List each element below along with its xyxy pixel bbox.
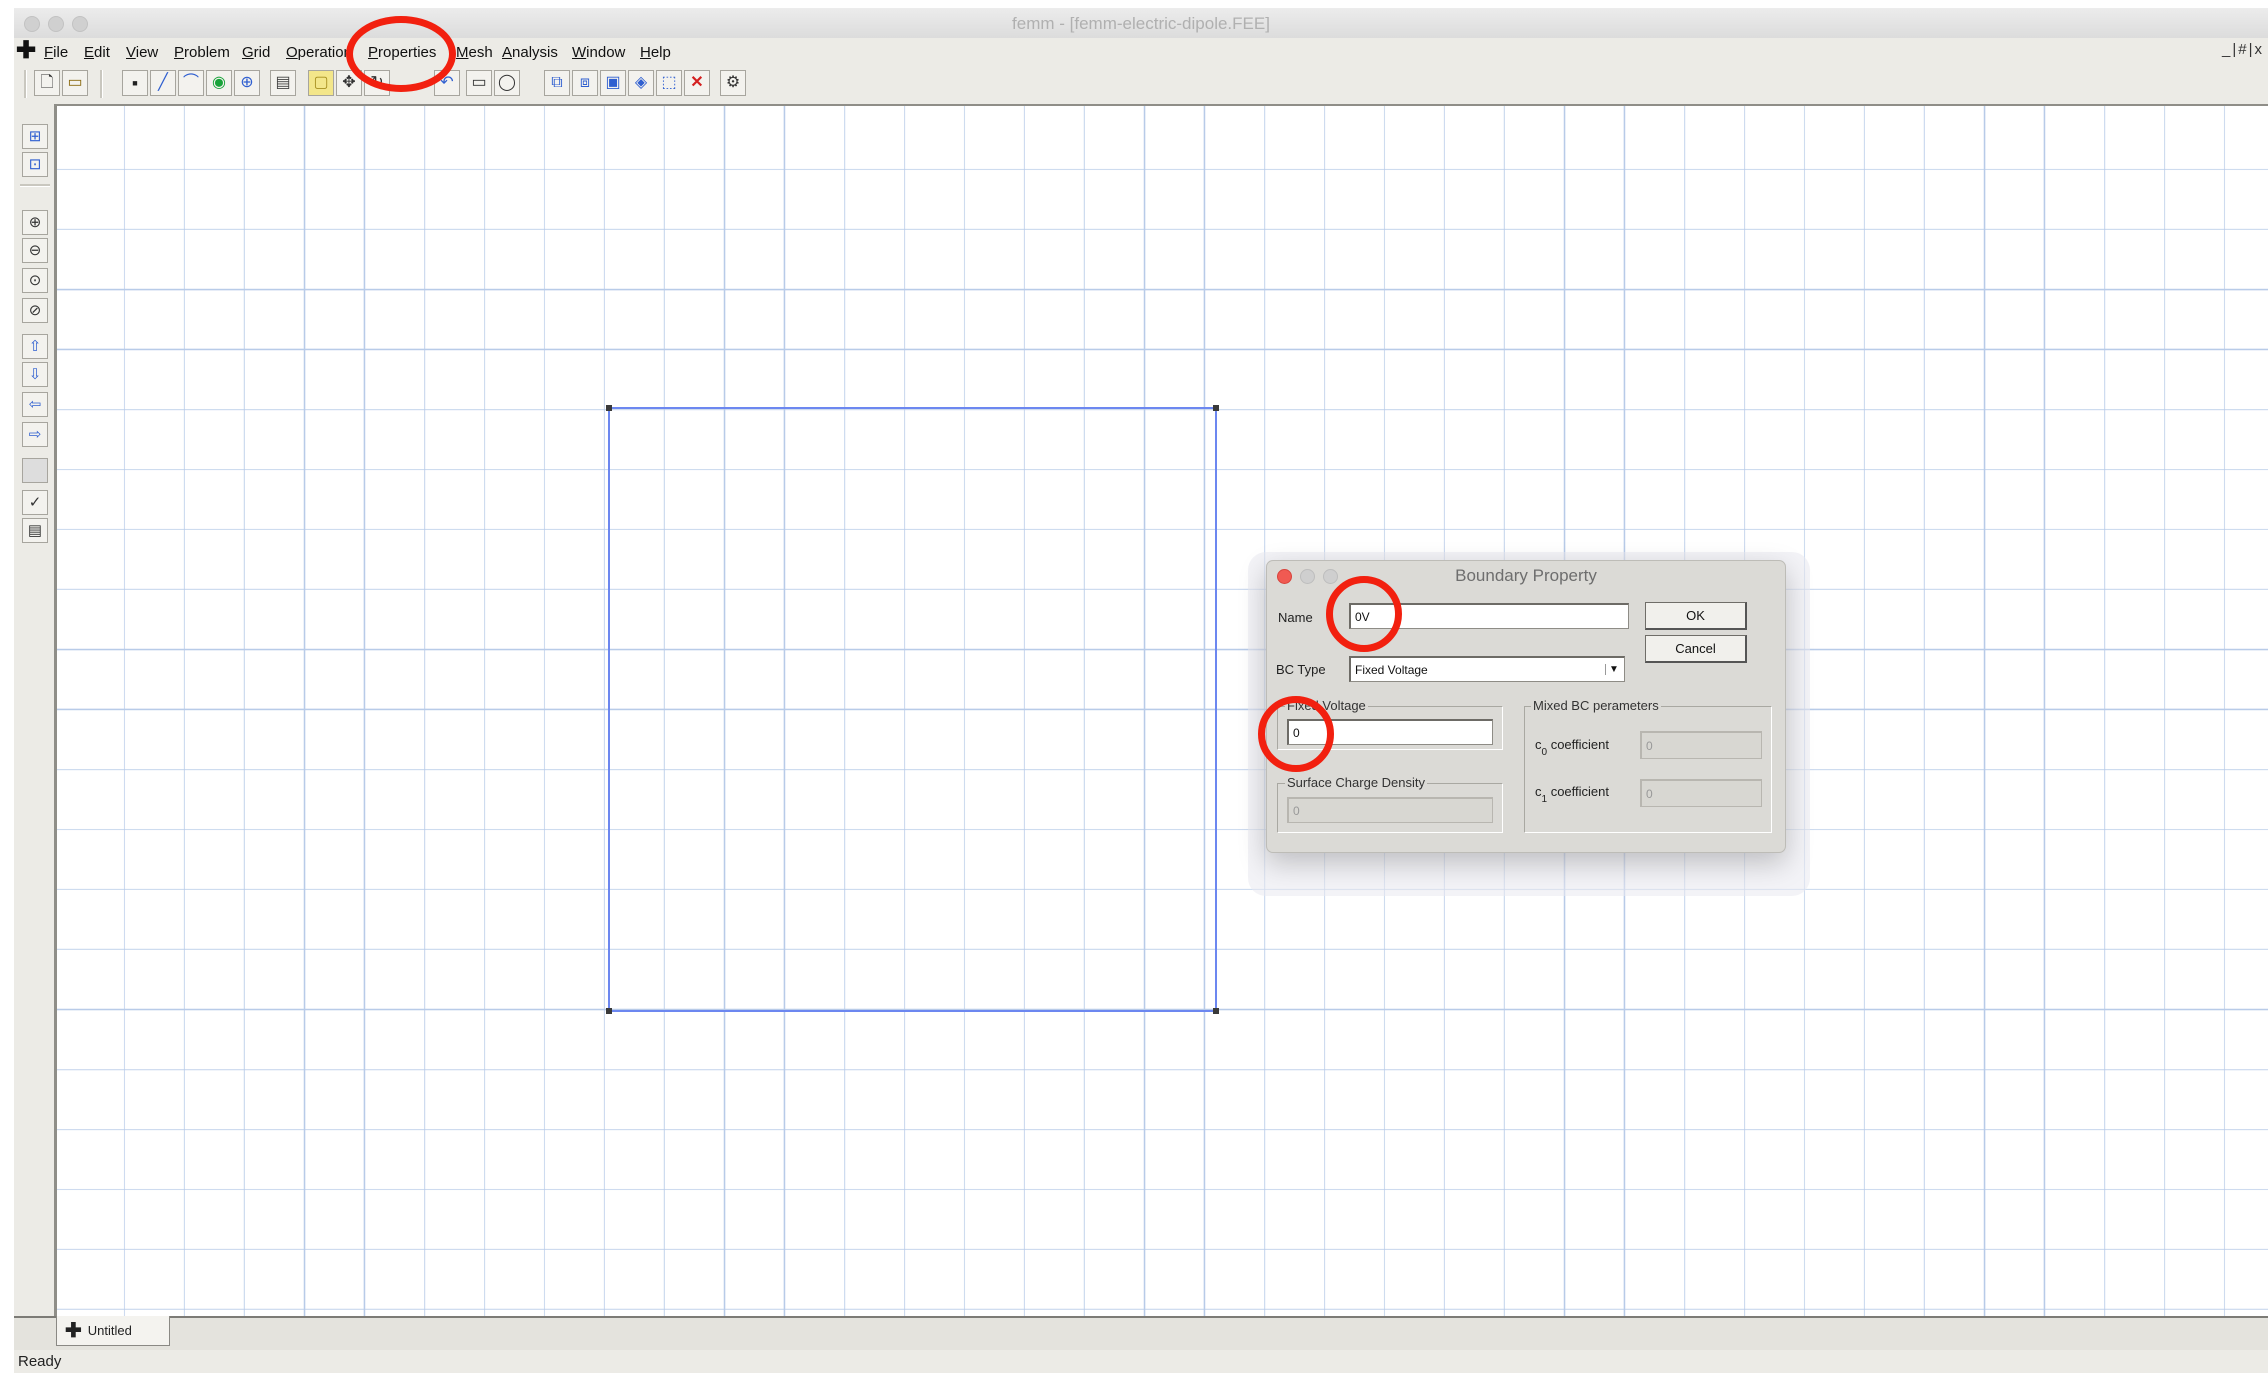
surface-charge-input <box>1287 797 1493 823</box>
menu-grid[interactable]: Grid <box>242 44 270 61</box>
run-analysis-icon[interactable]: ✓ <box>22 490 48 515</box>
circle-select-icon[interactable]: ◯ <box>494 70 520 96</box>
boundary-rectangle[interactable] <box>608 407 1217 1012</box>
surface-charge-group-title: Surface Charge Density <box>1285 775 1428 790</box>
node-mode-icon[interactable]: ■ <box>122 70 148 96</box>
status-bar: Ready <box>14 1350 2268 1373</box>
block-label-icon[interactable]: ◉ <box>206 70 232 96</box>
view-toolbar: ⊞ ⊡ ⊕ ⊖ ⊙ ⊘ ⇧ ⇩ ⇦ ⇨ ✓ ▤ <box>14 104 57 1326</box>
blank-icon[interactable] <box>22 458 48 483</box>
zoom-window-icon[interactable]: ⊘ <box>22 298 48 323</box>
show-grid-icon[interactable]: ⊡ <box>22 152 48 177</box>
menu-window[interactable]: Window <box>572 44 625 61</box>
menu-analysis[interactable]: Analysis <box>502 44 558 61</box>
chevron-down-icon[interactable]: ▼ <box>1605 664 1622 675</box>
fillet-icon[interactable]: ◈ <box>628 70 654 96</box>
node-point[interactable] <box>1213 405 1219 411</box>
zoom-out-icon[interactable]: ⊖ <box>22 238 48 263</box>
toolbar-separator <box>24 70 27 98</box>
open-boundary-icon[interactable]: ⬚ <box>656 70 682 96</box>
document-tab[interactable]: ✚ Untitled <box>56 1316 170 1346</box>
pan-down-icon[interactable]: ⇩ <box>22 362 48 387</box>
properties-icon[interactable]: ▤ <box>270 70 296 96</box>
zoom-in-icon[interactable]: ⊕ <box>22 210 48 235</box>
menu-help[interactable]: Help <box>640 44 671 61</box>
menu-problem[interactable]: Problem <box>174 44 230 61</box>
toolbar-separator <box>100 70 103 98</box>
mixed-bc-group <box>1524 706 1772 833</box>
delete-icon[interactable]: ✕ <box>684 70 710 96</box>
document-tab-label: Untitled <box>87 1323 132 1338</box>
mirror-icon[interactable]: ⧈ <box>572 70 598 96</box>
scale-icon[interactable]: ▣ <box>600 70 626 96</box>
status-text: Ready <box>18 1353 62 1370</box>
annotation-ring-name-input <box>1326 576 1402 652</box>
bc-type-label: BC Type <box>1276 662 1326 677</box>
pan-left-icon[interactable]: ⇦ <box>22 392 48 417</box>
copy-icon[interactable]: ⧉ <box>544 70 570 96</box>
snap-grid-icon[interactable]: ⊞ <box>22 124 48 149</box>
c1-coefficient-input <box>1640 779 1762 807</box>
document-tab-strip: ✚ Untitled <box>14 1316 2268 1352</box>
open-file-icon[interactable]: ▭ <box>62 70 88 96</box>
c0-label: c0 coefficient <box>1535 737 1609 758</box>
menu-file[interactable]: File <box>44 44 68 61</box>
drawing-canvas[interactable] <box>57 106 2268 1316</box>
select-icon[interactable]: ▢ <box>308 70 334 96</box>
menu-mesh[interactable]: Mesh <box>456 44 493 61</box>
view-results-icon[interactable]: ▤ <box>22 518 48 543</box>
node-point[interactable] <box>1213 1008 1219 1014</box>
menu-edit[interactable]: Edit <box>84 44 110 61</box>
window-title: femm - [femm-electric-dipole.FEE] <box>1012 14 1270 33</box>
group-mode-icon[interactable]: ⊕ <box>234 70 260 96</box>
pan-right-icon[interactable]: ⇨ <box>22 422 48 447</box>
app-logo-icon: ✚ <box>16 37 37 64</box>
document-icon: ✚ <box>65 1319 82 1342</box>
mdi-window-controls[interactable]: _|#|x <box>2222 41 2264 58</box>
toolbar-separator <box>20 184 50 187</box>
zoom-natural-icon[interactable]: ⊙ <box>22 268 48 293</box>
c1-label: c1 coefficient <box>1535 784 1609 805</box>
mixed-bc-group-title: Mixed BC perameters <box>1531 698 1661 713</box>
rectangle-select-icon[interactable]: ▭ <box>466 70 492 96</box>
arc-mode-icon[interactable]: ⌒ <box>178 70 204 96</box>
bc-type-select[interactable]: Fixed Voltage ▼ <box>1349 656 1625 682</box>
annotation-ring-properties-menu <box>346 16 456 92</box>
geometry-layer <box>606 405 1219 1014</box>
menu-view[interactable]: View <box>126 44 158 61</box>
menu-operation[interactable]: Operation <box>286 44 352 61</box>
bc-type-value: Fixed Voltage <box>1355 662 1428 677</box>
c0-coefficient-input <box>1640 731 1762 759</box>
pan-up-icon[interactable]: ⇧ <box>22 334 48 359</box>
new-file-icon[interactable]: 🗋 <box>34 70 60 96</box>
segment-mode-icon[interactable]: ╱ <box>150 70 176 96</box>
annotation-ring-voltage-input <box>1258 696 1334 772</box>
cancel-button[interactable]: Cancel <box>1645 635 1747 663</box>
mesh-gear-icon[interactable]: ⚙ <box>720 70 746 96</box>
name-label: Name <box>1278 610 1313 625</box>
node-point[interactable] <box>606 1008 612 1014</box>
ok-button[interactable]: OK <box>1645 602 1747 630</box>
node-point[interactable] <box>606 405 612 411</box>
